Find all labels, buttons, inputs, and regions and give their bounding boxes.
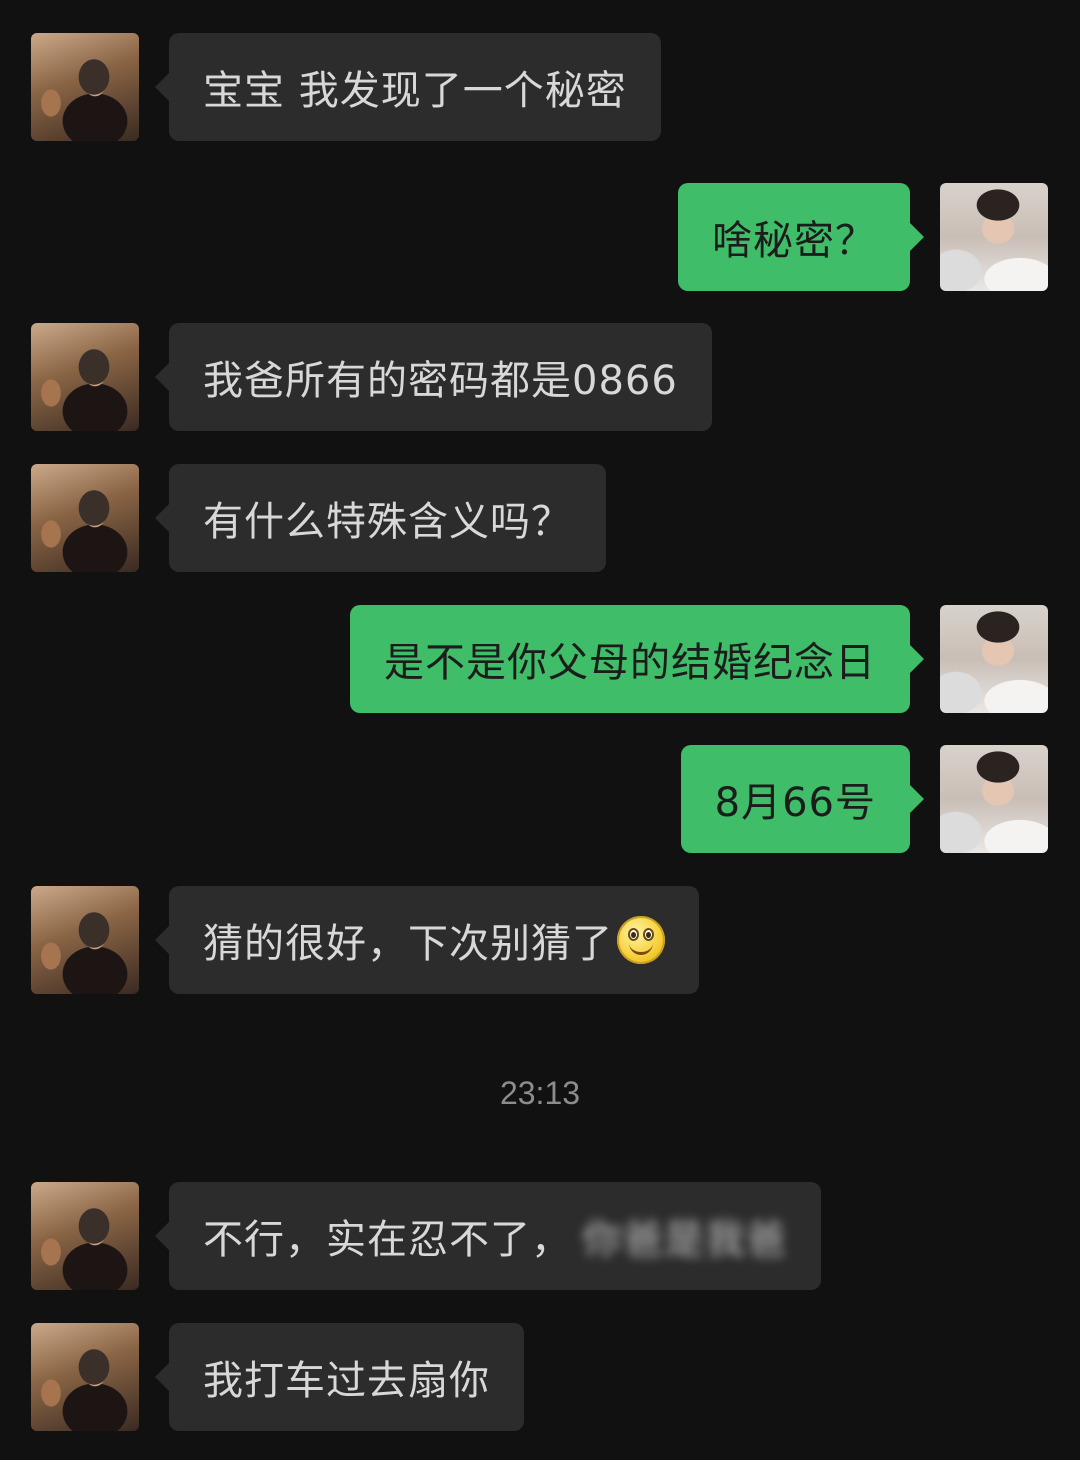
contact-avatar[interactable] [31,464,139,572]
contact-avatar[interactable] [31,323,139,431]
contact-avatar[interactable] [31,1323,139,1431]
outgoing-message-bubble[interactable]: 啥秘密？ [678,183,924,291]
message-text: 我打车过去扇你 [203,1358,490,1404]
incoming-message-bubble[interactable]: 有什么特殊含义吗？ [155,464,606,572]
incoming-message-bubble[interactable]: 我打车过去扇你 [155,1323,524,1431]
contact-avatar[interactable] [31,33,139,141]
outgoing-message-bubble[interactable]: 8月66号 [680,745,925,853]
incoming-message-bubble[interactable]: 猜的很好，下次别猜了 [155,886,699,994]
chat-message-row: 宝宝 我发现了一个秘密 [0,33,1080,143]
incoming-message-bubble[interactable]: 宝宝 我发现了一个秘密 [155,33,661,141]
incoming-message-bubble[interactable]: 不行，实在忍不了， 你爸是我爸 [155,1182,821,1290]
chat-message-row: 我爸所有的密码都是0866 [0,323,1080,433]
message-text: 宝宝 我发现了一个秘密 [203,68,627,114]
contact-avatar[interactable] [31,1182,139,1290]
chat-timestamp: 23:13 [499,1075,581,1111]
user-avatar[interactable] [940,745,1048,853]
chat-message-row: 啥秘密？ [0,183,1080,293]
message-text: 啥秘密？ [712,218,876,264]
smiley-emoji-icon [617,916,665,964]
message-text: 猜的很好，下次别猜了 [203,921,613,967]
chat-message-row: 我打车过去扇你 [0,1323,1080,1433]
contact-avatar[interactable] [31,886,139,994]
chat-message-row: 是不是你父母的结婚纪念日 [0,605,1080,715]
incoming-message-bubble[interactable]: 我爸所有的密码都是0866 [155,323,712,431]
chat-message-row: 有什么特殊含义吗？ [0,464,1080,574]
message-text: 是不是你父母的结婚纪念日 [384,640,876,686]
message-text: 8月66号 [714,780,876,826]
chat-message-row: 8月66号 [0,745,1080,855]
outgoing-message-bubble[interactable]: 是不是你父母的结婚纪念日 [350,605,924,713]
user-avatar[interactable] [940,183,1048,291]
chat-message-row: 猜的很好，下次别猜了 [0,886,1080,996]
user-avatar[interactable] [940,605,1048,713]
message-text: 有什么特殊含义吗？ [203,499,572,545]
message-text: 不行，实在忍不了， [203,1217,572,1263]
blurred-text: 你爸是我爸 [582,1217,787,1263]
message-text: 我爸所有的密码都是0866 [203,358,678,404]
chat-message-row: 不行，实在忍不了， 你爸是我爸 [0,1182,1080,1292]
